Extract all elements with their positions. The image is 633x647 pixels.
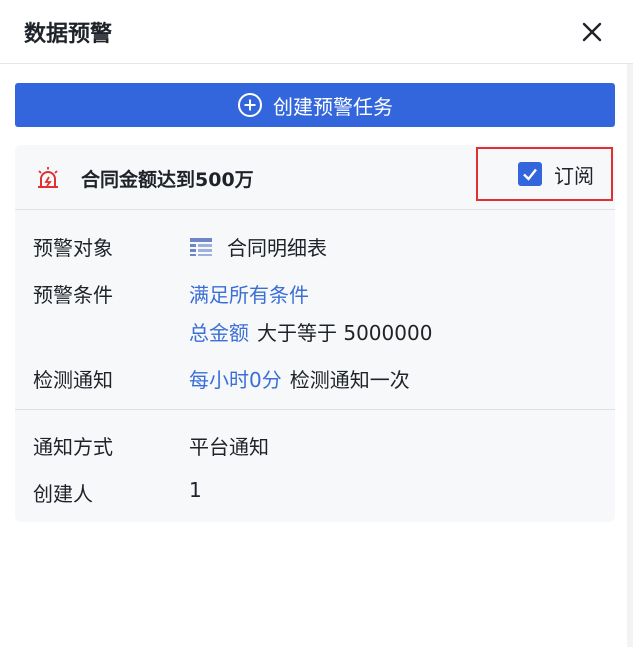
- target-value: 合同明细表: [189, 232, 327, 261]
- create-alert-task-label: 创建预警任务: [273, 94, 393, 119]
- table-icon: [190, 237, 212, 256]
- creator-value: 1: [189, 478, 202, 502]
- target-table-name: 合同明细表: [227, 236, 327, 260]
- dialog-title: 数据预警: [24, 22, 113, 47]
- condition-mode: 满足所有条件: [189, 279, 309, 308]
- close-icon[interactable]: [578, 18, 606, 46]
- alert-card: 合同金额达到500万 订阅 预警对象 合同明细表 预警条件 满足所有条件 总金额…: [15, 145, 615, 522]
- notify-label: 通知方式: [33, 435, 113, 459]
- detect-suffix: 检测通知一次: [289, 368, 410, 392]
- alert-title: 合同金额达到500万: [81, 169, 254, 191]
- detect-value: 每小时0分 检测通知一次: [189, 364, 410, 393]
- create-alert-task-button[interactable]: 创建预警任务: [15, 83, 615, 127]
- dialog-header: 数据预警: [0, 0, 633, 64]
- condition-rule: 总金额 大于等于 5000000: [189, 317, 432, 346]
- creator-label: 创建人: [33, 482, 93, 506]
- subscribe-label: 订阅: [554, 163, 594, 188]
- condition-field-link[interactable]: 总金额: [189, 317, 249, 346]
- checkbox-checked-icon[interactable]: [518, 162, 542, 186]
- detect-label: 检测通知: [33, 368, 113, 392]
- alarm-icon: [38, 167, 58, 188]
- detect-frequency-link[interactable]: 每小时0分: [189, 364, 282, 393]
- alert-card-header: 合同金额达到500万 订阅: [15, 145, 615, 210]
- scrollbar[interactable]: [627, 64, 633, 647]
- subscribe-toggle[interactable]: 订阅: [476, 147, 613, 201]
- notify-value: 平台通知: [189, 435, 269, 459]
- target-label: 预警对象: [33, 236, 113, 260]
- condition-label: 预警条件: [33, 283, 113, 307]
- plus-circle-icon: [238, 93, 262, 117]
- condition-rule-text: 大于等于 5000000: [257, 321, 433, 345]
- divider: [15, 409, 615, 410]
- condition-mode-link[interactable]: 满足所有条件: [189, 279, 309, 308]
